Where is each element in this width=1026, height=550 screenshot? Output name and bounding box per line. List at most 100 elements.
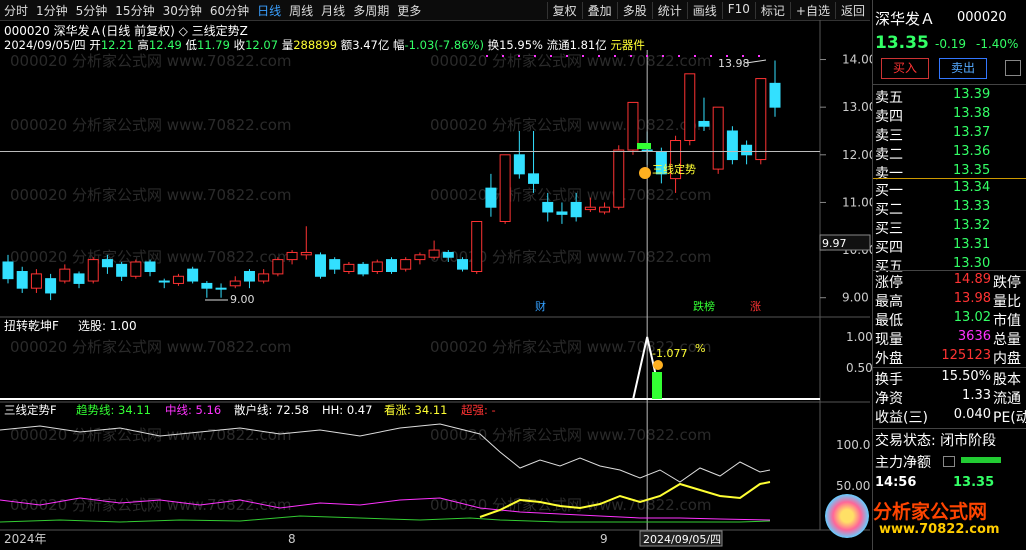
dot-15: [726, 55, 728, 57]
dot-1: [502, 55, 504, 57]
candle-body-14: [201, 282, 213, 289]
candle-body-36: [513, 154, 525, 175]
candle-body-4: [59, 268, 71, 282]
stat-right-2: 市值: [993, 313, 1021, 329]
candle-body-22: [314, 254, 326, 277]
divider-1: [873, 84, 1026, 85]
ask-price-2: 13.37: [953, 125, 991, 140]
cursor-date: 2024/09/05/四: [643, 533, 721, 546]
candle-body-53: [755, 78, 767, 161]
signal-icon: [639, 167, 651, 179]
main-flow-label: 主力净额: [875, 455, 931, 471]
watermark-8: 000020 分析家公式网 www.70822.com: [430, 116, 712, 134]
price-tick-1: 13.00: [842, 100, 872, 114]
price-pct: -1.40%: [976, 37, 1019, 51]
price-tick-3: 11.00: [842, 195, 872, 209]
watermark-13: 000020 分析家公式网 www.70822.com: [430, 496, 712, 514]
candle-body-34: [485, 187, 497, 208]
ask-label-0: 卖五: [875, 90, 903, 106]
main-flow-bar: [961, 457, 1001, 463]
last-price: 13.35: [875, 33, 929, 53]
stat2-label-2: 收益(三): [875, 410, 928, 426]
watermark-1: 000020 分析家公式网 www.70822.com: [10, 116, 292, 134]
bid-price-1: 13.33: [953, 199, 991, 214]
candle-body-5: [73, 273, 85, 284]
candle-body-35: [499, 154, 511, 222]
date-m8: 8: [288, 532, 296, 546]
candle-body-31: [442, 251, 454, 258]
candle-body-7: [101, 259, 113, 268]
candle-body-32: [457, 259, 469, 270]
ind2-trend-line: [0, 515, 771, 523]
bid-label-1: 买二: [875, 202, 903, 218]
candle-body-11: [158, 280, 170, 283]
stat2-right-1: 流通: [993, 391, 1021, 407]
candle-body-20: [286, 251, 298, 261]
price-tick-0: 14.00: [842, 53, 872, 67]
price-tick-2: 12.00: [842, 148, 872, 162]
dot-12: [678, 55, 680, 57]
price-tick-5: 9.00: [842, 291, 869, 305]
candle-body-44: [627, 101, 639, 151]
stat-value-1: 13.98: [953, 291, 991, 306]
sell-button[interactable]: 卖出: [939, 58, 987, 79]
bid-price-0: 13.34: [953, 180, 991, 195]
candle-body-9: [130, 261, 142, 277]
ask-price-1: 13.38: [953, 106, 991, 121]
ind1-label: 选股: 1.00: [78, 319, 137, 333]
main-flow-menu-icon[interactable]: [943, 456, 955, 467]
stat2-label-1: 净资: [875, 391, 903, 407]
candle-body-0: [2, 261, 14, 280]
candle-body-50: [712, 106, 724, 170]
logo-flower-icon: [825, 494, 869, 538]
divider-5: [873, 428, 1026, 429]
watermark-2: 000020 分析家公式网 www.70822.com: [10, 186, 292, 204]
watermark-7: 000020 分析家公式网 www.70822.com: [430, 52, 712, 70]
candle-body-3: [45, 278, 57, 294]
stat-value-0: 14.89: [953, 272, 991, 287]
ask-label-3: 卖二: [875, 147, 903, 163]
ind2-name: 三线定势F: [4, 403, 57, 417]
divider-4: [873, 367, 1026, 368]
watermark-6: 000020 分析家公式网 www.70822.com: [10, 496, 292, 514]
stat2-value-2: 0.040: [953, 407, 991, 422]
ind2-axis-0: 100.0: [836, 438, 870, 452]
candle-body-37: [528, 173, 540, 184]
bid-label-0: 买一: [875, 183, 903, 199]
candle-body-18: [258, 273, 270, 282]
candle-body-2: [30, 273, 42, 289]
candle-body-8: [116, 263, 128, 277]
candle-body-10: [144, 261, 156, 273]
more-icon[interactable]: [1005, 60, 1021, 76]
dot-11: [662, 55, 664, 57]
candle-body-30: [428, 249, 440, 258]
candle-body-21: [300, 251, 312, 256]
buy-button[interactable]: 买入: [881, 58, 929, 79]
ind2-trend_label: 趋势线: 34.11: [76, 403, 151, 417]
stat-label-1: 最高: [875, 294, 903, 310]
bid-label-2: 买三: [875, 221, 903, 237]
high-label: 13.98: [718, 57, 750, 70]
dot-2: [518, 55, 520, 57]
stat-right-0: 跌停: [993, 275, 1021, 291]
stat-right-1: 量比: [993, 294, 1021, 310]
low-label: 9.00: [230, 293, 255, 306]
kline-chart[interactable]: 000020 分析家公式网 www.70822.com 000020 分析家公式网…: [0, 0, 872, 550]
stat-label-2: 最低: [875, 313, 903, 329]
logo-text: 分析家公式网: [873, 501, 988, 523]
stat2-right-2: PE(动: [993, 410, 1026, 426]
tag-zhang: 涨: [750, 300, 761, 313]
candle-body-38: [542, 201, 554, 213]
stat-right-4: 内盘: [993, 351, 1021, 367]
ind1-name: 扭转乾坤F: [4, 318, 59, 333]
dot-0: [486, 55, 488, 57]
tag-dieban: 跌榜: [693, 299, 715, 313]
dot-7: [598, 55, 600, 57]
ind1-value: -1.077: [652, 347, 687, 360]
date-m9: 9: [600, 532, 608, 546]
ask-price-3: 13.36: [953, 144, 991, 159]
candle-body-25: [357, 263, 369, 275]
candle-body-33: [471, 220, 483, 273]
candle-body-27: [386, 259, 397, 273]
crosshair-price: 9.97: [822, 237, 847, 250]
